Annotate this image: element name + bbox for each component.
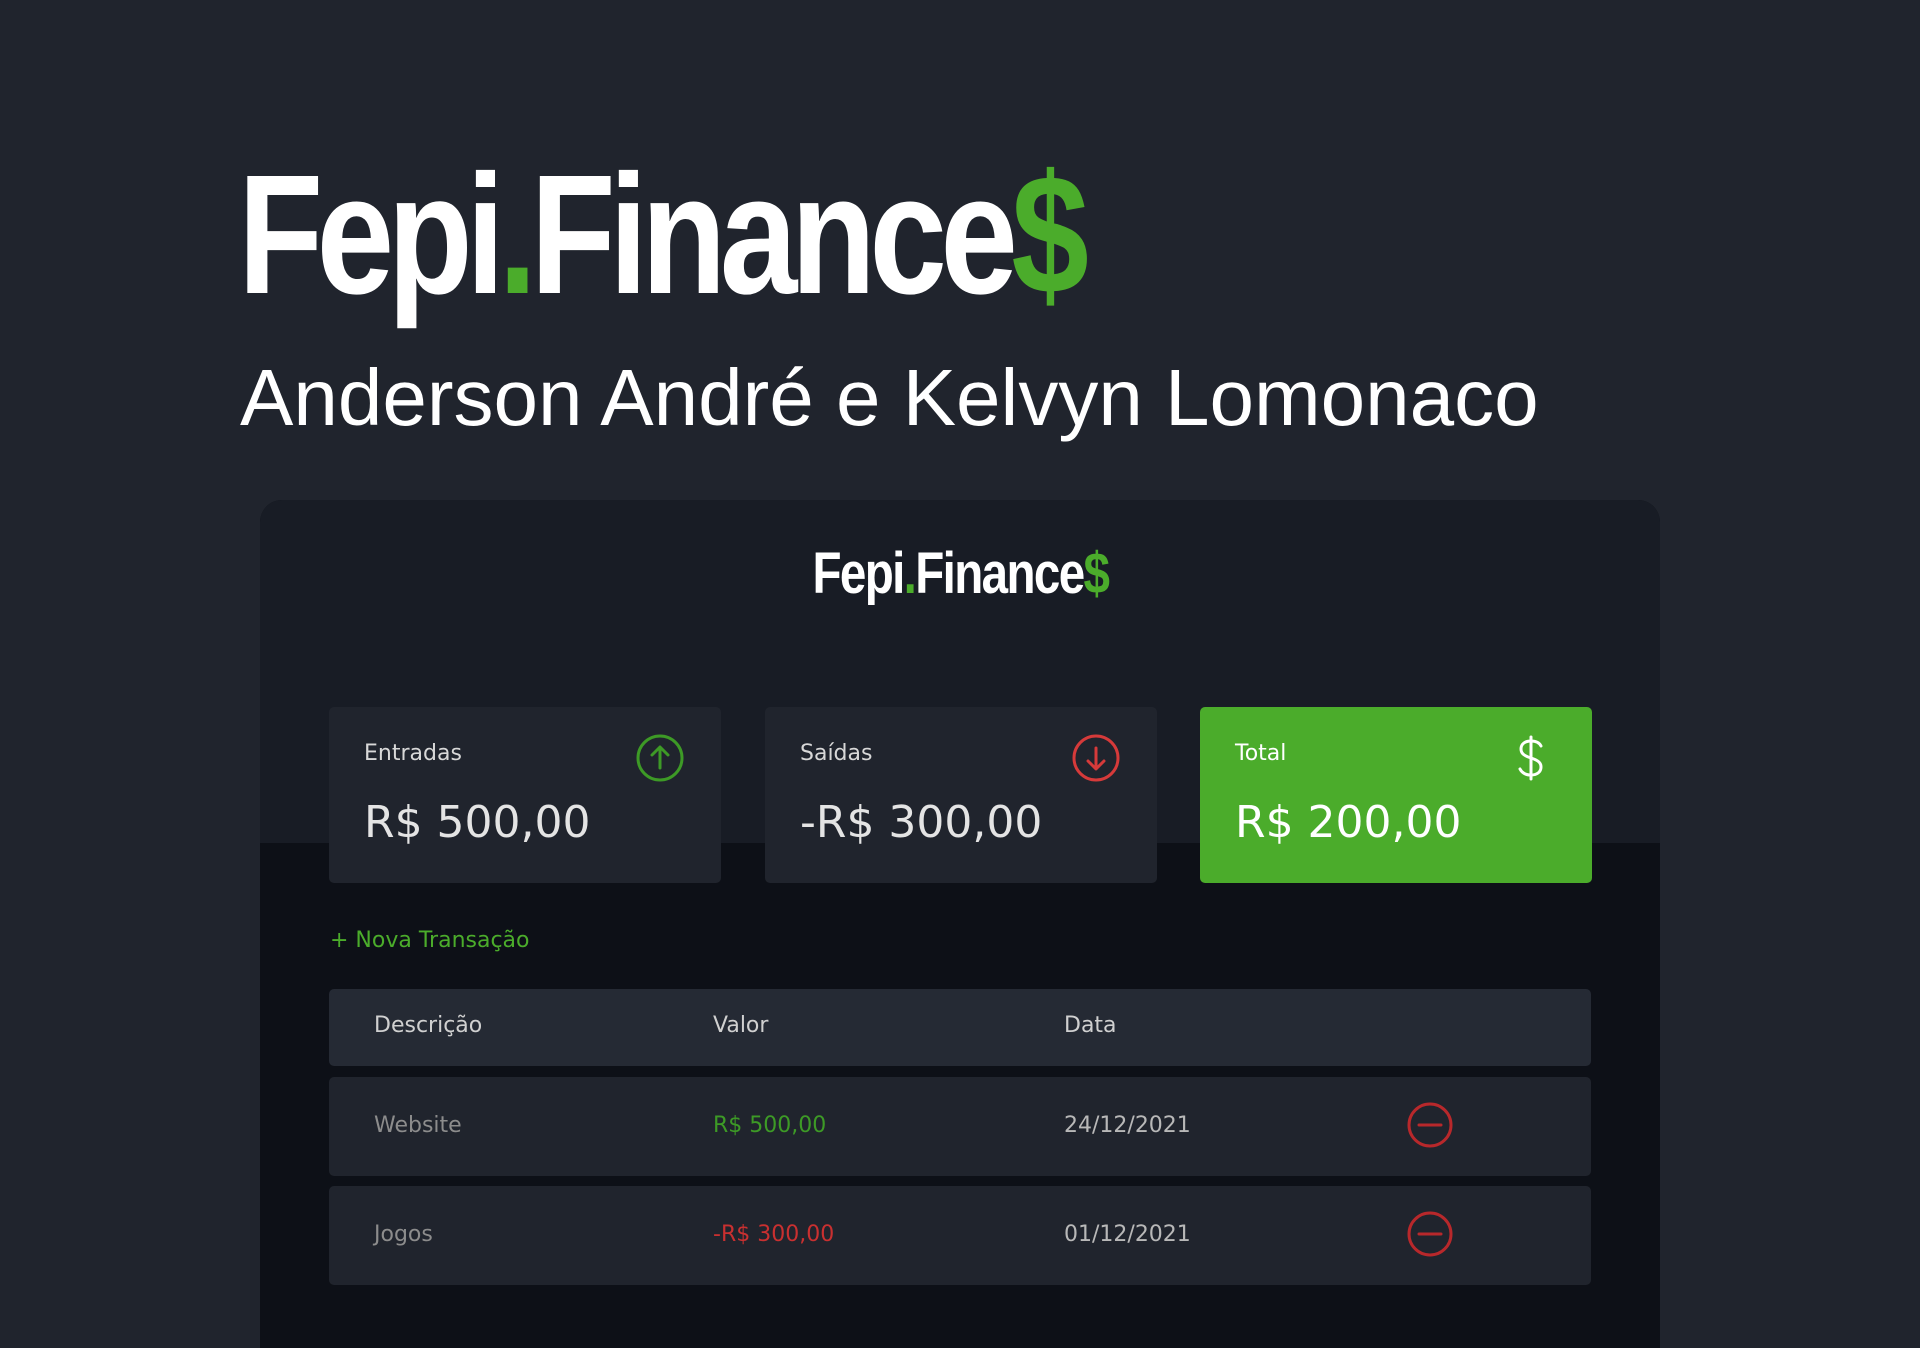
hero-title-main: Fepi — [238, 140, 505, 330]
app-window: Fepi.Finance$ Entradas R$ 500,00 Saídas … — [260, 500, 1660, 1348]
hero-title: Fepi.Finance$ — [238, 150, 1089, 320]
table-row: Website R$ 500,00 24/12/2021 — [329, 1077, 1591, 1176]
remove-transaction-icon[interactable] — [1406, 1210, 1454, 1258]
header-value: Valor — [713, 1013, 769, 1038]
remove-transaction-icon[interactable] — [1406, 1101, 1454, 1149]
income-label: Entradas — [364, 741, 462, 766]
row-value: R$ 500,00 — [713, 1113, 827, 1138]
row-date: 24/12/2021 — [1064, 1113, 1191, 1138]
table-row: Jogos -R$ 300,00 01/12/2021 — [329, 1186, 1591, 1285]
app-logo: Fepi.Finance$ — [260, 540, 1660, 607]
row-description: Website — [374, 1113, 462, 1138]
arrow-up-circle-icon — [636, 734, 684, 782]
page: Fepi.Finance$ Anderson André e Kelvyn Lo… — [0, 0, 1920, 1348]
hero-subtitle: Anderson André e Kelvyn Lomonaco — [240, 353, 1539, 442]
hero-title-name: Finance — [530, 140, 1017, 330]
table-header-row: Descrição Valor Data — [329, 989, 1591, 1066]
dollar-sign-icon — [1518, 735, 1543, 781]
header-date: Data — [1064, 1013, 1117, 1038]
total-card: Total R$ 200,00 — [1200, 707, 1592, 883]
arrow-down-circle-icon — [1072, 734, 1120, 782]
hero-title-symbol: $ — [1011, 140, 1088, 330]
logo-main: Fepi — [812, 541, 905, 606]
transactions-table: Descrição Valor Data Website R$ 500,00 2… — [329, 989, 1591, 1295]
total-value: R$ 200,00 — [1235, 797, 1462, 848]
income-value: R$ 500,00 — [364, 797, 591, 848]
expense-value: -R$ 300,00 — [800, 797, 1043, 848]
expense-card: Saídas -R$ 300,00 — [765, 707, 1157, 883]
logo-name: Finance — [914, 541, 1085, 606]
row-date: 01/12/2021 — [1064, 1222, 1191, 1247]
header-description: Descrição — [374, 1013, 483, 1038]
hero-title-dot: . — [498, 140, 537, 330]
logo-dot: . — [903, 541, 916, 606]
income-card: Entradas R$ 500,00 — [329, 707, 721, 883]
total-label: Total — [1235, 741, 1287, 766]
expense-label: Saídas — [800, 741, 873, 766]
row-description: Jogos — [374, 1222, 433, 1247]
new-transaction-link[interactable]: + Nova Transação — [330, 928, 530, 953]
row-value: -R$ 300,00 — [713, 1222, 835, 1247]
logo-symbol: $ — [1083, 541, 1109, 606]
